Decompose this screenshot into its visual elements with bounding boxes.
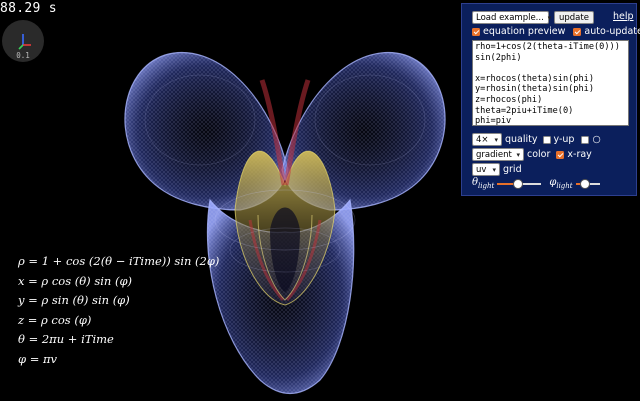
elapsed-time: 88.29 s bbox=[0, 1, 57, 16]
color-label: color bbox=[527, 149, 551, 160]
auto-update-label: auto-update bbox=[584, 26, 640, 37]
xray-label: x-ray bbox=[567, 149, 592, 160]
equation-z: z = ρ cos (φ) bbox=[18, 312, 92, 327]
control-panel: Load example... ▾ update help equation p… bbox=[461, 3, 640, 196]
equation-preview: ρ = 1 + cos (2(θ − iTime)) sin (2φ) x = … bbox=[18, 252, 219, 370]
quality-label: quality bbox=[505, 134, 538, 145]
color-select[interactable]: gradient ▾ bbox=[472, 148, 524, 161]
equation-y: y = ρ sin (θ) sin (φ) bbox=[18, 293, 130, 308]
color-select-value: gradient bbox=[476, 149, 512, 160]
phi-light-slider[interactable] bbox=[575, 178, 600, 189]
grid-select-value: uv bbox=[476, 164, 487, 175]
equation-x: x = ρ cos (θ) sin (φ) bbox=[18, 273, 132, 288]
theta-light-label: θlight bbox=[472, 177, 494, 190]
example-select[interactable]: Load example... ▾ bbox=[472, 11, 552, 24]
quality-select[interactable]: 4× ▾ bbox=[472, 133, 502, 146]
example-select-value: Load example... bbox=[476, 12, 544, 23]
theta-light-sub: light bbox=[478, 182, 495, 190]
y-up-checkbox[interactable] bbox=[542, 135, 551, 144]
help-link[interactable]: help bbox=[613, 11, 634, 22]
equation-preview-checkbox[interactable] bbox=[472, 27, 480, 36]
equation-theta: θ = 2πu + iTime bbox=[18, 332, 114, 347]
zoom-level: 0.1 bbox=[16, 51, 30, 60]
equation-rho: ρ = 1 + cos (2(θ − iTime)) sin (2φ) bbox=[18, 254, 220, 268]
update-button[interactable]: update bbox=[554, 11, 594, 24]
chevron-down-icon: ▾ bbox=[516, 150, 520, 159]
equation-phi: φ = πv bbox=[18, 351, 58, 366]
theta-light-slider[interactable] bbox=[497, 178, 542, 189]
equation-preview-label: equation preview bbox=[483, 26, 566, 37]
grid-select[interactable]: uv ▾ bbox=[472, 163, 500, 176]
slider-thumb[interactable] bbox=[513, 178, 524, 189]
chevron-down-icon: ▾ bbox=[494, 135, 498, 144]
phi-light-label: φlight bbox=[549, 177, 572, 190]
circle-toggle-checkbox[interactable] bbox=[581, 135, 590, 144]
slider-thumb[interactable] bbox=[579, 178, 590, 189]
auto-update-checkbox[interactable] bbox=[573, 27, 582, 36]
xray-checkbox[interactable] bbox=[556, 150, 565, 159]
y-up-label: y-up bbox=[553, 134, 575, 145]
circle-toggle-label: ○ bbox=[592, 134, 601, 145]
chevron-down-icon: ▾ bbox=[492, 165, 496, 174]
equation-code-editor[interactable]: rho=1+cos(2(theta-iTime(0))) sin(2phi) x… bbox=[472, 40, 629, 126]
grid-label: grid bbox=[503, 164, 522, 175]
phi-light-sub: light bbox=[556, 182, 573, 190]
chevron-down-icon: ▾ bbox=[547, 13, 552, 22]
quality-select-value: 4× bbox=[476, 134, 489, 145]
